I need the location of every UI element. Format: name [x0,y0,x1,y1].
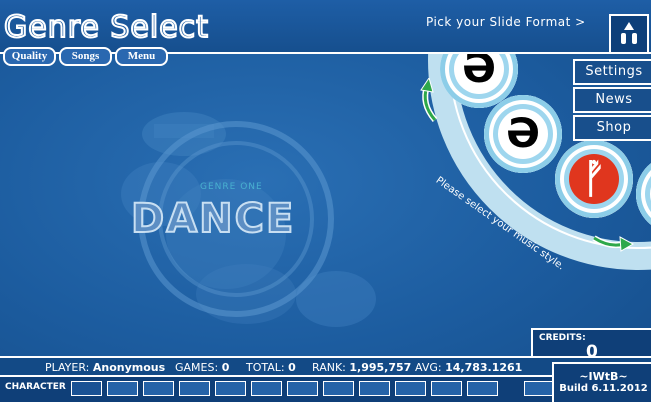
rotate-up-arrow-icon[interactable] [417,78,441,122]
shop-button[interactable]: Shop [573,115,651,141]
games-stat: GAMES: 0 [175,361,229,374]
character-label: CHARACTER [5,382,66,392]
character-slot[interactable] [179,381,210,396]
avg-stat: AVG: 14,783.1261 [415,361,522,374]
avg-label: AVG: [415,361,442,374]
total-stat: TOTAL: 0 [246,361,296,374]
settings-button[interactable]: Settings [573,59,651,85]
tab-quality[interactable]: Quality [3,47,56,66]
game-screen: GENRE ONE DANCE Ə Ə ᚡ Please select your… [0,0,651,402]
avg-value: 14,783.1261 [445,361,523,374]
character-slot[interactable] [359,381,390,396]
tab-menu[interactable]: Menu [115,47,168,66]
slide-format-icon [621,22,637,44]
player-stat: PLAYER: Anonymous [45,361,165,374]
games-label: GAMES: [175,361,219,374]
character-slot[interactable] [524,381,555,396]
character-slot[interactable] [71,381,102,396]
games-value: 0 [221,361,230,374]
build-name: ~IWtB~ [579,370,628,383]
character-slot[interactable] [323,381,354,396]
genre-glyph: ᚡ [582,156,606,202]
rank-stat: RANK: 1,995,757 [312,361,411,374]
page-title: Genre Select [3,9,209,46]
tab-songs[interactable]: Songs [59,47,112,66]
character-slot[interactable] [251,381,282,396]
player-label: PLAYER: [45,361,90,374]
total-label: TOTAL: [246,361,285,374]
character-slot[interactable] [107,381,138,396]
news-button[interactable]: News [573,87,651,113]
character-slot[interactable] [431,381,462,396]
character-slot[interactable] [143,381,174,396]
build-version: Build 6.11.2012 [559,383,648,394]
genre-glyph: Ə [506,111,540,157]
genre-disc[interactable]: Ə [484,95,562,173]
character-slot[interactable] [467,381,498,396]
rotate-down-arrow-icon[interactable] [592,234,634,254]
genre-disc-selected[interactable]: ᚡ [555,140,633,218]
character-slot[interactable] [287,381,318,396]
character-slot[interactable] [395,381,426,396]
player-name: Anonymous [92,361,166,374]
genre-number: GENRE ONE [200,182,263,192]
rank-label: RANK: [312,361,346,374]
genre-name: DANCE [130,195,296,243]
credits-label: CREDITS: [539,333,586,343]
total-value: 0 [288,361,296,374]
slide-format-prompt[interactable]: Pick your Slide Format > [426,15,586,29]
rank-value: 1,995,757 [349,361,412,374]
slide-format-button[interactable] [609,14,649,54]
build-info: ~IWtB~ Build 6.11.2012 [552,362,651,402]
character-slot[interactable] [215,381,246,396]
